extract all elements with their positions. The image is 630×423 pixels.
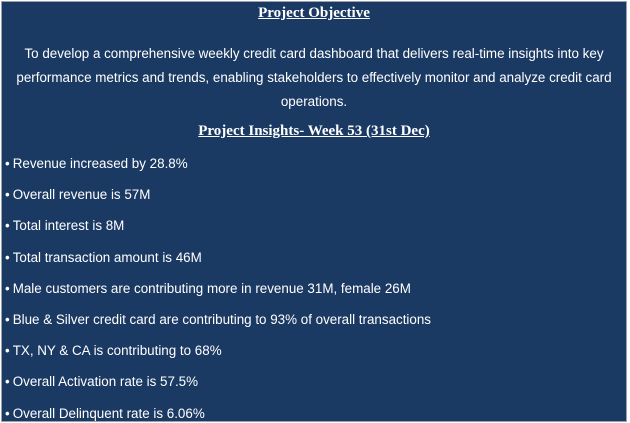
list-item: • Overall revenue is 57M [5,185,431,216]
objective-heading: Project Objective [258,5,370,21]
insights-heading: Project Insights- Week 53 (31st Dec) [198,123,430,139]
insight-text: TX, NY & CA is contributing to 68% [12,343,222,359]
list-item: • Male customers are contributing more in… [5,279,431,310]
insight-text: Total transaction amount is 46M [12,249,202,265]
objective-paragraph: To develop a comprehensive weekly credit… [16,46,612,109]
list-item: • TX, NY & CA is contributing to 68% [5,341,431,372]
list-item: • Total interest is 8M [5,216,431,247]
bullet-icon: • [5,280,10,296]
bullet-icon: • [5,187,10,203]
insight-text: Overall Delinquent rate is 6.06% [12,405,205,421]
insight-text: Overall revenue is 57M [12,187,151,203]
insight-text: Overall Activation rate is 57.5% [12,374,199,390]
bullet-icon: • [5,218,10,234]
list-item: • Overall Activation rate is 57.5% [5,372,431,403]
insight-text: Blue & Silver credit card are contributi… [12,311,431,327]
bullet-icon: • [5,405,10,421]
bullet-icon: • [5,156,10,171]
bullet-icon: • [5,311,10,327]
project-summary-panel: Project Objective To develop a comprehen… [1,1,627,422]
list-item: • Revenue increased by 28.8% [5,154,431,185]
bullet-icon: • [5,374,10,390]
list-item: • Blue & Silver credit card are contribut… [5,310,431,341]
insight-text: Male customers are contributing more in … [12,280,411,296]
list-item: • Overall Delinquent rate is 6.06% [5,404,431,422]
insight-text: Revenue increased by 28.8% [12,156,188,171]
bullet-icon: • [5,343,10,359]
insights-list: • Revenue increased by 28.8% • Overall rev… [5,154,431,422]
list-item: • Total transaction amount is 46M [5,248,431,279]
insight-text: Total interest is 8M [12,218,125,234]
bullet-icon: • [5,249,10,265]
